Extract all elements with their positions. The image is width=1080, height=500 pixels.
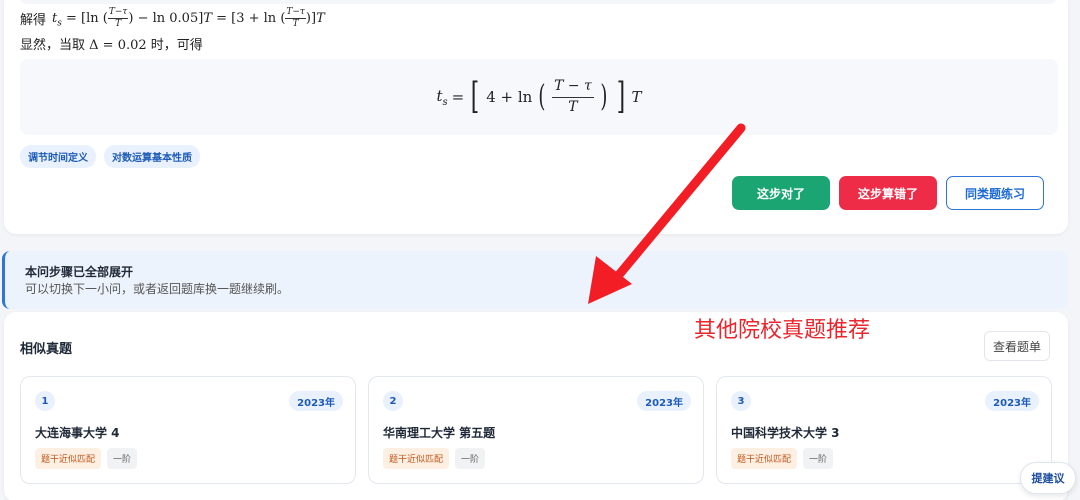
similar-questions-card: 相似真题 查看题单 1 2023年 大连海事大学 4 题干近似匹配 一阶 2 2… <box>4 312 1068 500</box>
question-number: 2 <box>383 391 403 411</box>
banner-subtitle: 可以切换下一小问，或者返回题库换一题继续刷。 <box>25 282 290 296</box>
order-tag: 一阶 <box>803 448 834 469</box>
solution-line-2: 显然，当取 Δ = 0.02 时，可得 <box>20 38 203 53</box>
question-name: 华南理工大学 第五题 <box>383 426 496 440</box>
year-badge: 2023年 <box>985 391 1039 411</box>
result-formula: ts = [ 4 + ln ( T − τT ) ] T <box>436 76 642 117</box>
order-tag: 一阶 <box>455 448 486 469</box>
question-number: 3 <box>731 391 751 411</box>
match-tag: 题干近似匹配 <box>731 448 798 469</box>
question-name: 大连海事大学 4 <box>35 426 120 440</box>
match-tag: 题干近似匹配 <box>35 448 102 469</box>
similar-practice-button[interactable]: 同类题练习 <box>946 176 1044 210</box>
match-tag: 题干近似匹配 <box>383 448 450 469</box>
formula-ts-derivation: ts = [ln (T−τ T) − ln 0.05]T = [3 + ln (T… <box>52 7 325 29</box>
result-formula-box: ts = [ 4 + ln ( T − τT ) ] T <box>20 59 1058 135</box>
similar-title: 相似真题 <box>20 342 73 357</box>
steps-complete-banner: 本问步骤已全部展开 可以切换下一小问，或者返回题库换一题继续刷。 <box>2 251 1068 309</box>
year-badge: 2023年 <box>637 391 691 411</box>
tag-log-properties[interactable]: 对数运算基本性质 <box>104 145 200 168</box>
solve-prefix: 解得 <box>20 13 47 28</box>
tag-settling-time[interactable]: 调节时间定义 <box>20 145 96 168</box>
step-wrong-button[interactable]: 这步算错了 <box>839 176 937 210</box>
question-card[interactable]: 2 2023年 华南理工大学 第五题 题干近似匹配 一阶 <box>368 376 704 484</box>
solution-card: 解得 ts = [ln (T−τ T) − ln 0.05]T = [3 + ln… <box>4 0 1068 234</box>
order-tag: 一阶 <box>107 448 138 469</box>
solution-line-1: 解得 ts = [ln (T−τ T) − ln 0.05]T = [3 + ln… <box>20 8 325 29</box>
step-actions: 这步对了 这步算错了 同类题练习 <box>732 176 1044 210</box>
step-correct-button[interactable]: 这步对了 <box>732 176 830 210</box>
question-name: 中国科学技术大学 3 <box>731 426 840 440</box>
view-list-button[interactable]: 查看题单 <box>984 331 1050 361</box>
question-card[interactable]: 3 2023年 中国科学技术大学 3 题干近似匹配 一阶 <box>716 376 1052 484</box>
annotation-label: 其他院校真题推荐 <box>694 318 871 343</box>
previous-step-strip <box>18 0 1058 4</box>
year-badge: 2023年 <box>289 391 343 411</box>
suggest-button[interactable]: 提建议 <box>1020 462 1076 494</box>
question-number: 1 <box>35 391 55 411</box>
knowledge-tags: 调节时间定义 对数运算基本性质 <box>20 145 200 168</box>
question-card[interactable]: 1 2023年 大连海事大学 4 题干近似匹配 一阶 <box>20 376 356 484</box>
banner-title: 本问步骤已全部展开 <box>25 265 134 279</box>
